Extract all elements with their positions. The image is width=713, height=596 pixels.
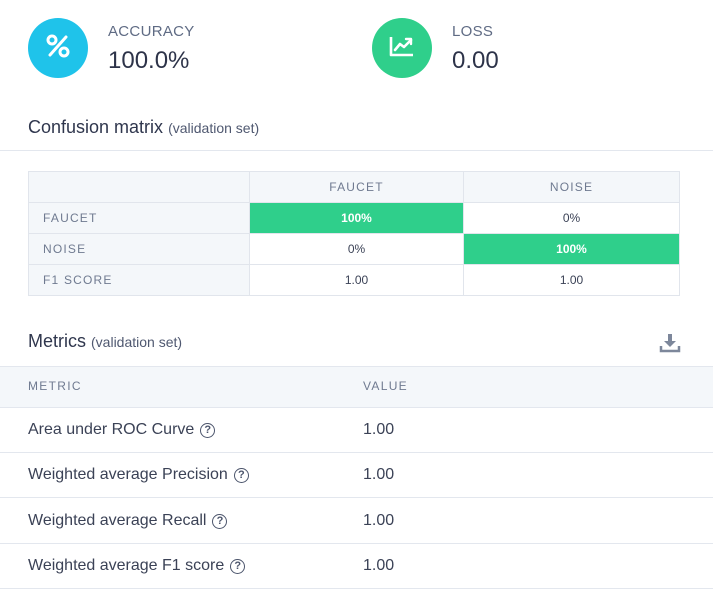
f1-score-cell: 1.00 [249,264,464,296]
corner-cell [28,171,250,203]
metric-row: Weighted average Precision ? 1.00 [0,452,713,498]
help-icon[interactable]: ? [230,558,246,574]
loss-label: LOSS [452,23,494,40]
metrics-title: Metrics (validation set) [28,331,182,352]
metric-row: Area under ROC Curve ? 1.00 [0,407,713,453]
confusion-subtitle: (validation set) [168,120,260,136]
accuracy-value: 100.0% [108,47,190,74]
metric-value: 1.00 [363,421,395,438]
download-icon [659,334,681,358]
help-icon[interactable]: ? [233,467,249,483]
metrics-subtitle: (validation set) [91,334,183,350]
loss-badge [372,18,432,78]
help-icon[interactable]: ? [200,422,216,438]
metric-column-header: METRIC [28,379,82,393]
metric-name: Weighted average Precision [28,466,228,483]
value-column-header: VALUE [363,379,408,393]
metric-name: Area under ROC Curve [28,421,195,438]
metric-name: Weighted average Recall [28,512,207,529]
metric-value: 1.00 [363,466,395,483]
matrix-cell: 100% [249,202,464,234]
download-button[interactable] [659,332,681,354]
row-header: NOISE [28,233,250,265]
metrics-title-text: Metrics [28,331,86,351]
matrix-cell: 0% [249,233,464,265]
accuracy-badge [28,18,88,78]
row-header: F1 SCORE [28,264,250,296]
trending-chart-icon [389,35,415,62]
accuracy-stat: ACCURACY 100.0% [28,18,195,78]
loss-value: 0.00 [452,47,499,74]
metrics-table-header: METRIC VALUE [0,366,713,408]
f1-score-cell: 1.00 [463,264,680,296]
metric-value: 1.00 [363,557,395,574]
help-icon[interactable]: ? [212,513,228,529]
confusion-matrix-table: FAUCET NOISE FAUCET 100% 0% NOISE 0% 100… [28,171,680,296]
row-header: FAUCET [28,202,250,234]
loss-stat: LOSS 0.00 [372,18,499,78]
metric-value: 1.00 [363,512,395,529]
percent-icon [45,33,71,64]
confusion-title-text: Confusion matrix [28,117,164,137]
column-header: FAUCET [249,171,464,203]
confusion-divider [0,150,713,151]
matrix-cell: 0% [463,202,680,234]
column-header: NOISE [463,171,680,203]
metric-name: Weighted average F1 score [28,557,225,574]
confusion-matrix-title: Confusion matrix (validation set) [28,117,259,138]
metric-row: Weighted average Recall ? 1.00 [0,498,713,544]
metric-row: Weighted average F1 score ? 1.00 [0,543,713,589]
accuracy-label: ACCURACY [108,23,195,40]
matrix-cell: 100% [463,233,680,265]
